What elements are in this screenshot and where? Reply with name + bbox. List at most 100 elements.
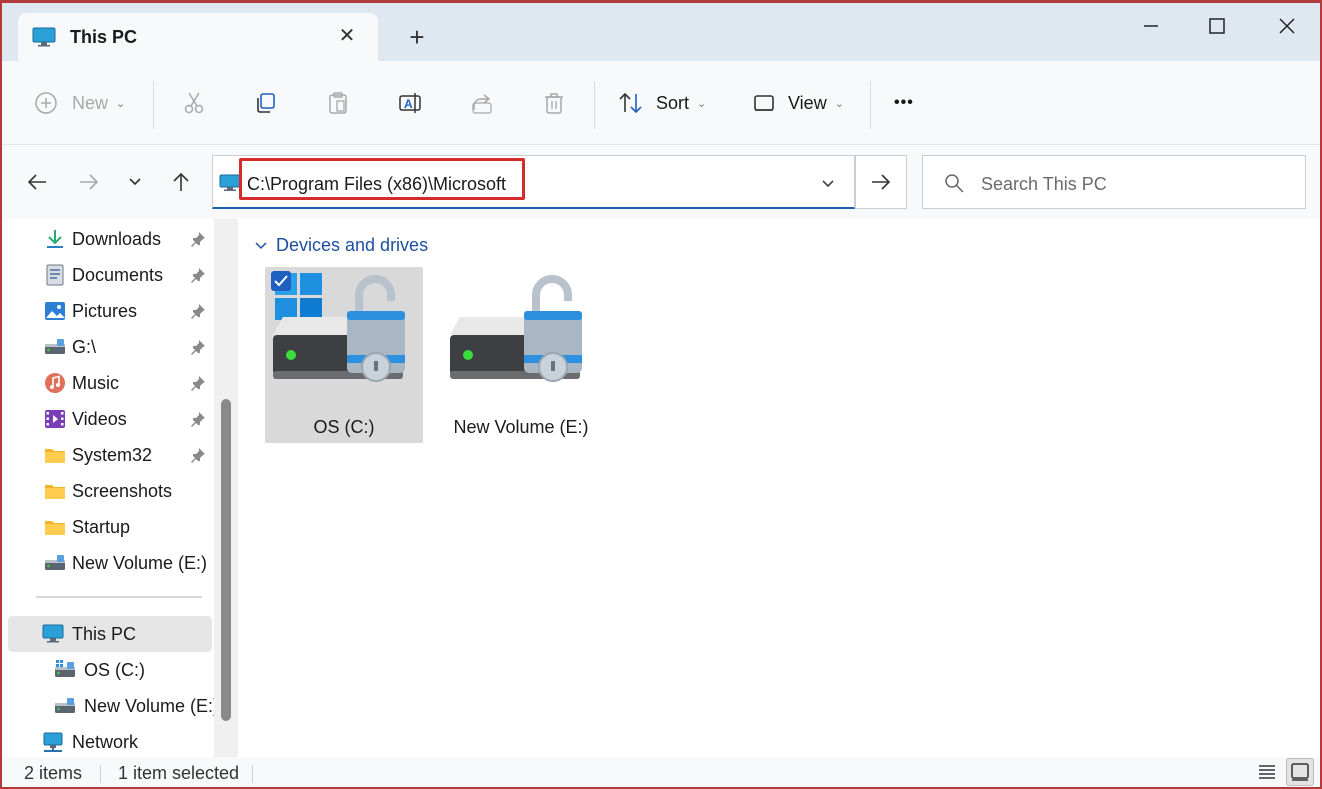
pin-icon[interactable]: [190, 411, 206, 427]
this-pc-icon: [42, 624, 64, 643]
sidebar-item-label: Screenshots: [72, 481, 173, 501]
os-drive-icon: [55, 660, 75, 677]
share-button[interactable]: [470, 85, 494, 121]
group-header-devices[interactable]: Devices and drives: [254, 235, 428, 256]
sidebar-item-label: Downloads: [72, 229, 162, 249]
arrow-up-icon: [173, 172, 189, 191]
minimize-icon[interactable]: [1128, 11, 1174, 41]
sidebar-item-label: Network: [72, 732, 139, 752]
close-icon[interactable]: [1264, 11, 1310, 41]
sidebar-item-system32[interactable]: System32: [8, 437, 212, 473]
sidebar-item-os-c[interactable]: OS (C:): [8, 652, 212, 688]
recent-locations-button[interactable]: [120, 167, 150, 197]
sort-button[interactable]: Sort ⌄: [618, 85, 706, 121]
divider: [252, 765, 253, 783]
svg-text:A: A: [404, 97, 413, 111]
back-button[interactable]: [22, 167, 52, 197]
paste-button[interactable]: [326, 85, 350, 121]
group-title: Devices and drives: [276, 235, 429, 255]
arrow-right-icon: [80, 174, 99, 190]
maximize-icon[interactable]: [1194, 11, 1240, 41]
sidebar-item-documents[interactable]: Documents: [8, 257, 212, 293]
chevron-down-icon: [255, 241, 267, 249]
sidebar-item-network[interactable]: Network: [8, 724, 212, 760]
forward-button[interactable]: [74, 167, 104, 197]
sort-icon: [619, 92, 642, 114]
folder-icon: [45, 485, 65, 499]
sidebar-item-label: New Volume (E:): [72, 553, 208, 573]
details-view-icon[interactable]: [1256, 761, 1278, 783]
status-bar: 2 items 1 item selected: [2, 757, 1320, 787]
search-icon: [945, 174, 964, 193]
bitlocker-os-drive-icon: [273, 273, 405, 382]
sidebar-item-g-drive[interactable]: G:\: [8, 329, 212, 365]
documents-icon: [46, 264, 64, 286]
drive-icon: [45, 555, 65, 570]
chevron-down-icon: ⌄: [834, 97, 844, 110]
new-label: New: [72, 92, 109, 113]
pin-icon[interactable]: [190, 231, 206, 247]
up-button[interactable]: [166, 167, 196, 197]
bitlocker-drive-icon: [450, 275, 582, 382]
selection-checkbox[interactable]: [271, 271, 291, 291]
chevron-down-icon[interactable]: [817, 172, 839, 194]
drive-tile-new-volume-e[interactable]: New Volume (E:): [442, 267, 600, 443]
sidebar-item-screenshots[interactable]: Screenshots: [8, 473, 212, 509]
pin-icon[interactable]: [190, 303, 206, 319]
drive-label: OS (C:): [313, 417, 375, 437]
divider: [153, 81, 154, 129]
chevron-down-icon: ⌄: [697, 97, 707, 110]
pictures-icon: [45, 302, 65, 320]
sidebar-item-new-volume-e[interactable]: New Volume (E:): [8, 688, 219, 724]
tab-title: This PC: [70, 27, 138, 47]
selection-count: 1 item selected: [118, 763, 240, 783]
rename-button[interactable]: A: [398, 85, 424, 121]
sidebar-item-pictures[interactable]: Pictures: [8, 293, 212, 329]
sidebar-item-label: Videos: [72, 409, 127, 429]
sidebar-item-startup[interactable]: Startup: [8, 509, 212, 545]
scissors-icon: [184, 92, 204, 114]
chevron-down-icon: ⌄: [116, 97, 126, 110]
pin-icon[interactable]: [190, 267, 206, 283]
navigation-pane: Downloads Documents Pictures G:\ Music V…: [2, 219, 238, 757]
sidebar-item-label: Documents: [72, 265, 164, 285]
sidebar-item-label: Music: [72, 373, 120, 393]
sidebar-item-music[interactable]: Music: [8, 365, 212, 401]
sidebar-item-this-pc[interactable]: This PC: [8, 616, 212, 652]
sidebar-item-label: OS (C:): [84, 660, 145, 680]
folder-icon: [45, 521, 65, 535]
share-icon: [472, 94, 492, 114]
content-pane: Devices and drives OS (C:) New Volume (E…: [238, 219, 1320, 757]
sidebar-item-downloads[interactable]: Downloads: [8, 221, 212, 257]
address-bar[interactable]: C:\Program Files (x86)\Microsoft: [212, 155, 855, 209]
delete-button[interactable]: [542, 85, 566, 121]
pin-icon[interactable]: [190, 447, 206, 463]
this-pc-icon: [32, 27, 56, 47]
new-button[interactable]: New ⌄: [34, 85, 125, 121]
copy-button[interactable]: [254, 85, 278, 121]
view-button[interactable]: View ⌄: [752, 85, 844, 121]
cut-button[interactable]: [182, 85, 206, 121]
pin-icon[interactable]: [190, 339, 206, 355]
this-pc-icon: [219, 174, 241, 191]
arrow-left-icon: [27, 174, 46, 190]
new-tab-icon[interactable]: +: [402, 23, 432, 53]
videos-icon: [45, 410, 65, 428]
go-button[interactable]: [855, 155, 907, 209]
drive-tile-os-c[interactable]: OS (C:): [265, 267, 423, 443]
pin-icon[interactable]: [190, 375, 206, 391]
more-options-button[interactable]: •••: [894, 85, 914, 121]
view-label: View: [788, 92, 827, 113]
tab-close-icon[interactable]: ✕: [334, 24, 360, 50]
sidebar-scrollbar-thumb[interactable]: [221, 399, 231, 721]
sidebar-item-videos[interactable]: Videos: [8, 401, 212, 437]
checkmark-icon: [274, 275, 288, 287]
tiles-view-icon: [1291, 763, 1309, 781]
music-icon: [45, 373, 65, 393]
large-icons-view-button[interactable]: [1286, 758, 1314, 786]
sidebar-item-new-volume[interactable]: New Volume (E:): [8, 545, 212, 581]
search-box[interactable]: [922, 155, 1306, 209]
file-explorer-window: This PC ✕ + New ⌄ A Sort ⌄ View ⌄ ••• C:…: [0, 0, 1322, 789]
search-input[interactable]: [981, 172, 1281, 196]
tab-this-pc[interactable]: This PC ✕: [18, 13, 378, 63]
